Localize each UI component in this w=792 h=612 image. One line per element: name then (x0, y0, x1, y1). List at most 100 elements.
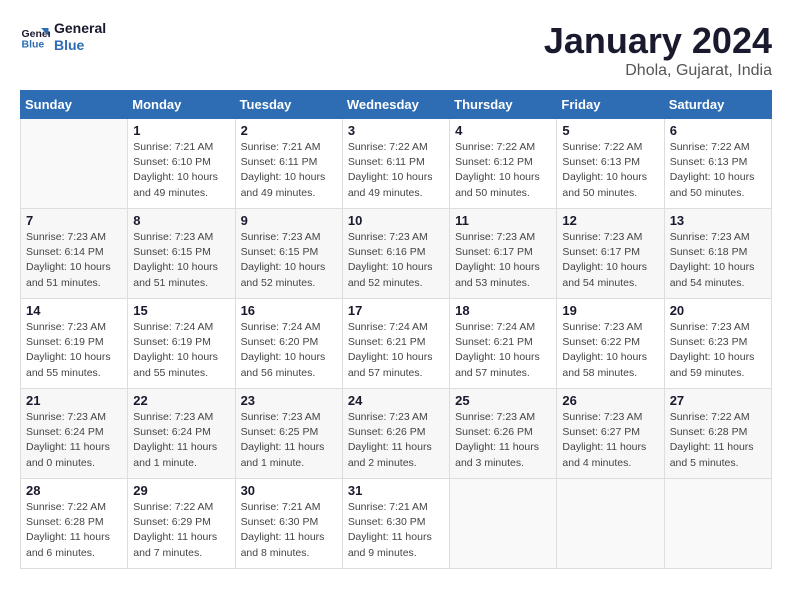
day-info: Sunrise: 7:24 AMSunset: 6:20 PMDaylight:… (241, 320, 337, 381)
day-info: Sunrise: 7:23 AMSunset: 6:27 PMDaylight:… (562, 410, 658, 471)
calendar-cell: 25Sunrise: 7:23 AMSunset: 6:26 PMDayligh… (450, 389, 557, 479)
day-number: 30 (241, 483, 337, 498)
day-info: Sunrise: 7:23 AMSunset: 6:19 PMDaylight:… (26, 320, 122, 381)
day-number: 22 (133, 393, 229, 408)
calendar-cell: 30 Sunrise: 7:21 AMSunset: 6:30 PMDayligh… (235, 479, 342, 569)
calendar-cell: 7 Sunrise: 7:23 AMSunset: 6:14 PMDaylight… (21, 209, 128, 299)
calendar-cell: 5 Sunrise: 7:22 AMSunset: 6:13 PMDaylight… (557, 119, 664, 209)
calendar-title: January 2024 (544, 20, 772, 62)
weekday-header-monday: Monday (128, 91, 235, 119)
day-number: 25 (455, 393, 551, 408)
calendar-week-row: 7 Sunrise: 7:23 AMSunset: 6:14 PMDaylight… (21, 209, 772, 299)
calendar-table: SundayMondayTuesdayWednesdayThursdayFrid… (20, 90, 772, 569)
calendar-cell (557, 479, 664, 569)
day-number: 15 (133, 303, 229, 318)
svg-text:Blue: Blue (22, 38, 45, 50)
day-info: Sunrise: 7:24 AMSunset: 6:19 PMDaylight:… (133, 320, 229, 381)
day-number: 29 (133, 483, 229, 498)
day-info: Sunrise: 7:23 AMSunset: 6:17 PMDaylight:… (562, 230, 658, 291)
calendar-cell: 17 Sunrise: 7:24 AMSunset: 6:21 PMDayligh… (342, 299, 449, 389)
day-info: Sunrise: 7:21 AMSunset: 6:30 PMDaylight:… (241, 500, 337, 561)
day-info: Sunrise: 7:22 AMSunset: 6:13 PMDaylight:… (562, 140, 658, 201)
calendar-cell: 26 Sunrise: 7:23 AMSunset: 6:27 PMDayligh… (557, 389, 664, 479)
weekday-header-sunday: Sunday (21, 91, 128, 119)
day-number: 7 (26, 213, 122, 228)
calendar-cell: 29 Sunrise: 7:22 AMSunset: 6:29 PMDayligh… (128, 479, 235, 569)
calendar-cell: 12 Sunrise: 7:23 AMSunset: 6:17 PMDayligh… (557, 209, 664, 299)
day-number: 24 (348, 393, 444, 408)
calendar-cell: 21 Sunrise: 7:23 AMSunset: 6:24 PMDayligh… (21, 389, 128, 479)
day-number: 21 (26, 393, 122, 408)
logo: General Blue General Blue (20, 20, 106, 54)
day-info: Sunrise: 7:23 AMSunset: 6:24 PMDaylight:… (26, 410, 122, 471)
day-info: Sunrise: 7:21 AMSunset: 6:30 PMDaylight:… (348, 500, 444, 561)
day-info: Sunrise: 7:23 AMSunset: 6:16 PMDaylight:… (348, 230, 444, 291)
day-info: Sunrise: 7:21 AMSunset: 6:10 PMDaylight:… (133, 140, 229, 201)
day-info: Sunrise: 7:23 AMSunset: 6:18 PMDaylight:… (670, 230, 766, 291)
day-number: 23 (241, 393, 337, 408)
page-header: General Blue General Blue January 2024 D… (20, 20, 772, 80)
day-info: Sunrise: 7:22 AMSunset: 6:13 PMDaylight:… (670, 140, 766, 201)
weekday-header-friday: Friday (557, 91, 664, 119)
calendar-cell: 31 Sunrise: 7:21 AMSunset: 6:30 PMDayligh… (342, 479, 449, 569)
day-info: Sunrise: 7:24 AMSunset: 6:21 PMDaylight:… (348, 320, 444, 381)
calendar-cell: 23 Sunrise: 7:23 AMSunset: 6:25 PMDayligh… (235, 389, 342, 479)
day-number: 14 (26, 303, 122, 318)
calendar-cell: 15 Sunrise: 7:24 AMSunset: 6:19 PMDayligh… (128, 299, 235, 389)
day-info: Sunrise: 7:22 AMSunset: 6:28 PMDaylight:… (670, 410, 766, 471)
day-info: Sunrise: 7:23 AMSunset: 6:23 PMDaylight:… (670, 320, 766, 381)
day-number: 2 (241, 123, 337, 138)
day-number: 10 (348, 213, 444, 228)
day-number: 1 (133, 123, 229, 138)
day-number: 16 (241, 303, 337, 318)
day-number: 3 (348, 123, 444, 138)
calendar-cell: 6 Sunrise: 7:22 AMSunset: 6:13 PMDaylight… (664, 119, 771, 209)
day-number: 8 (133, 213, 229, 228)
calendar-subtitle: Dhola, Gujarat, India (544, 62, 772, 80)
day-info: Sunrise: 7:22 AMSunset: 6:29 PMDaylight:… (133, 500, 229, 561)
day-number: 17 (348, 303, 444, 318)
day-number: 28 (26, 483, 122, 498)
calendar-cell (664, 479, 771, 569)
day-number: 4 (455, 123, 551, 138)
day-info: Sunrise: 7:23 AMSunset: 6:22 PMDaylight:… (562, 320, 658, 381)
weekday-header-wednesday: Wednesday (342, 91, 449, 119)
calendar-cell: 22 Sunrise: 7:23 AMSunset: 6:24 PMDayligh… (128, 389, 235, 479)
calendar-cell: 2Sunrise: 7:21 AMSunset: 6:11 PMDaylight… (235, 119, 342, 209)
calendar-week-row: 1 Sunrise: 7:21 AMSunset: 6:10 PMDaylight… (21, 119, 772, 209)
day-number: 26 (562, 393, 658, 408)
day-info: Sunrise: 7:22 AMSunset: 6:11 PMDaylight:… (348, 140, 444, 201)
calendar-week-row: 21 Sunrise: 7:23 AMSunset: 6:24 PMDayligh… (21, 389, 772, 479)
day-info: Sunrise: 7:23 AMSunset: 6:14 PMDaylight:… (26, 230, 122, 291)
calendar-cell: 11Sunrise: 7:23 AMSunset: 6:17 PMDayligh… (450, 209, 557, 299)
calendar-cell: 24 Sunrise: 7:23 AMSunset: 6:26 PMDayligh… (342, 389, 449, 479)
weekday-header-saturday: Saturday (664, 91, 771, 119)
day-number: 9 (241, 213, 337, 228)
calendar-cell: 9Sunrise: 7:23 AMSunset: 6:15 PMDaylight… (235, 209, 342, 299)
day-number: 6 (670, 123, 766, 138)
calendar-cell: 28 Sunrise: 7:22 AMSunset: 6:28 PMDayligh… (21, 479, 128, 569)
day-number: 13 (670, 213, 766, 228)
day-number: 11 (455, 213, 551, 228)
calendar-cell: 19 Sunrise: 7:23 AMSunset: 6:22 PMDayligh… (557, 299, 664, 389)
calendar-week-row: 28 Sunrise: 7:22 AMSunset: 6:28 PMDayligh… (21, 479, 772, 569)
day-info: Sunrise: 7:22 AMSunset: 6:28 PMDaylight:… (26, 500, 122, 561)
day-info: Sunrise: 7:23 AMSunset: 6:25 PMDaylight:… (241, 410, 337, 471)
day-info: Sunrise: 7:23 AMSunset: 6:24 PMDaylight:… (133, 410, 229, 471)
calendar-cell: 20Sunrise: 7:23 AMSunset: 6:23 PMDayligh… (664, 299, 771, 389)
calendar-cell (21, 119, 128, 209)
logo-icon: General Blue (20, 22, 50, 52)
day-number: 18 (455, 303, 551, 318)
day-number: 12 (562, 213, 658, 228)
day-info: Sunrise: 7:23 AMSunset: 6:26 PMDaylight:… (348, 410, 444, 471)
calendar-cell: 18Sunrise: 7:24 AMSunset: 6:21 PMDayligh… (450, 299, 557, 389)
weekday-header-tuesday: Tuesday (235, 91, 342, 119)
calendar-cell: 27Sunrise: 7:22 AMSunset: 6:28 PMDayligh… (664, 389, 771, 479)
day-number: 5 (562, 123, 658, 138)
day-number: 31 (348, 483, 444, 498)
weekday-header-thursday: Thursday (450, 91, 557, 119)
day-number: 19 (562, 303, 658, 318)
calendar-cell: 14 Sunrise: 7:23 AMSunset: 6:19 PMDayligh… (21, 299, 128, 389)
weekday-header-row: SundayMondayTuesdayWednesdayThursdayFrid… (21, 91, 772, 119)
title-block: January 2024 Dhola, Gujarat, India (544, 20, 772, 80)
